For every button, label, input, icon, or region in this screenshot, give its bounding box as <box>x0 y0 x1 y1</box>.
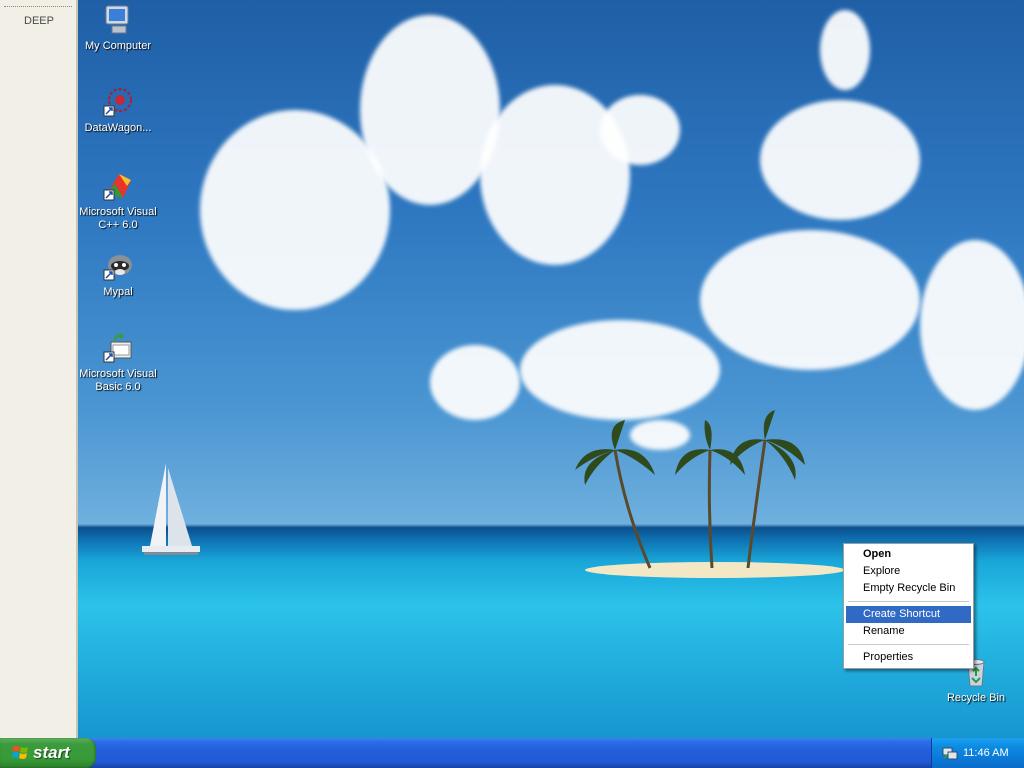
mypal-icon <box>103 255 132 281</box>
clock[interactable]: 11:46 AM <box>963 747 1009 759</box>
icon-label: DataWagon... <box>84 122 152 134</box>
desktop-icon-datawagon[interactable]: DataWagon... <box>78 86 158 135</box>
visual-basic-icon <box>103 333 132 363</box>
icon-label: Microsoft Visual C++ 6.0 <box>79 206 157 231</box>
icon-label: Microsoft Visual Basic 6.0 <box>79 368 157 393</box>
icon-label: My Computer <box>84 40 152 52</box>
menu-item-properties[interactable]: Properties <box>846 649 971 666</box>
desktop-icon-my-computer[interactable]: My Computer <box>78 4 158 53</box>
network-icon[interactable] <box>942 745 958 761</box>
start-label: start <box>33 743 70 762</box>
taskbar: start 11:46 AM <box>0 738 1024 768</box>
start-button[interactable]: start <box>0 738 96 768</box>
context-menu: Open Explore Empty Recycle Bin Create Sh… <box>843 543 974 669</box>
icon-label: Recycle Bin <box>946 692 1006 704</box>
cloud <box>760 100 920 220</box>
cloud <box>600 95 680 165</box>
menu-item-create-shortcut[interactable]: Create Shortcut <box>846 606 971 623</box>
desktop-icon-mypal[interactable]: Mypal <box>78 250 158 299</box>
menu-separator <box>848 601 969 602</box>
cloud <box>360 15 500 205</box>
side-panel: DEEP <box>0 0 78 738</box>
menu-separator <box>848 644 969 645</box>
sailboat <box>142 463 200 555</box>
panel-title: DEEP <box>24 15 54 27</box>
visual-cpp-icon <box>103 174 131 201</box>
desktop-icon-visual-basic[interactable]: Microsoft Visual Basic 6.0 <box>78 332 158 394</box>
my-computer-icon <box>105 5 129 34</box>
menu-item-empty-recycle-bin[interactable]: Empty Recycle Bin <box>846 580 971 597</box>
panel-grip[interactable] <box>4 6 72 7</box>
menu-item-rename[interactable]: Rename <box>846 623 971 640</box>
cloud <box>820 10 870 90</box>
icon-label: Mypal <box>103 286 133 298</box>
cloud <box>700 230 920 370</box>
cloud <box>200 110 390 310</box>
cloud <box>520 320 720 420</box>
cloud <box>920 240 1024 410</box>
desktop-icon-visual-cpp[interactable]: Microsoft Visual C++ 6.0 <box>78 170 158 232</box>
windows-flag-icon <box>12 746 28 759</box>
system-tray: 11:46 AM <box>931 738 1024 768</box>
cloud <box>430 345 520 420</box>
palm-trees <box>575 410 805 569</box>
menu-item-open[interactable]: Open <box>846 546 971 563</box>
menu-item-explore[interactable]: Explore <box>846 563 971 580</box>
datawagon-icon <box>103 88 132 117</box>
